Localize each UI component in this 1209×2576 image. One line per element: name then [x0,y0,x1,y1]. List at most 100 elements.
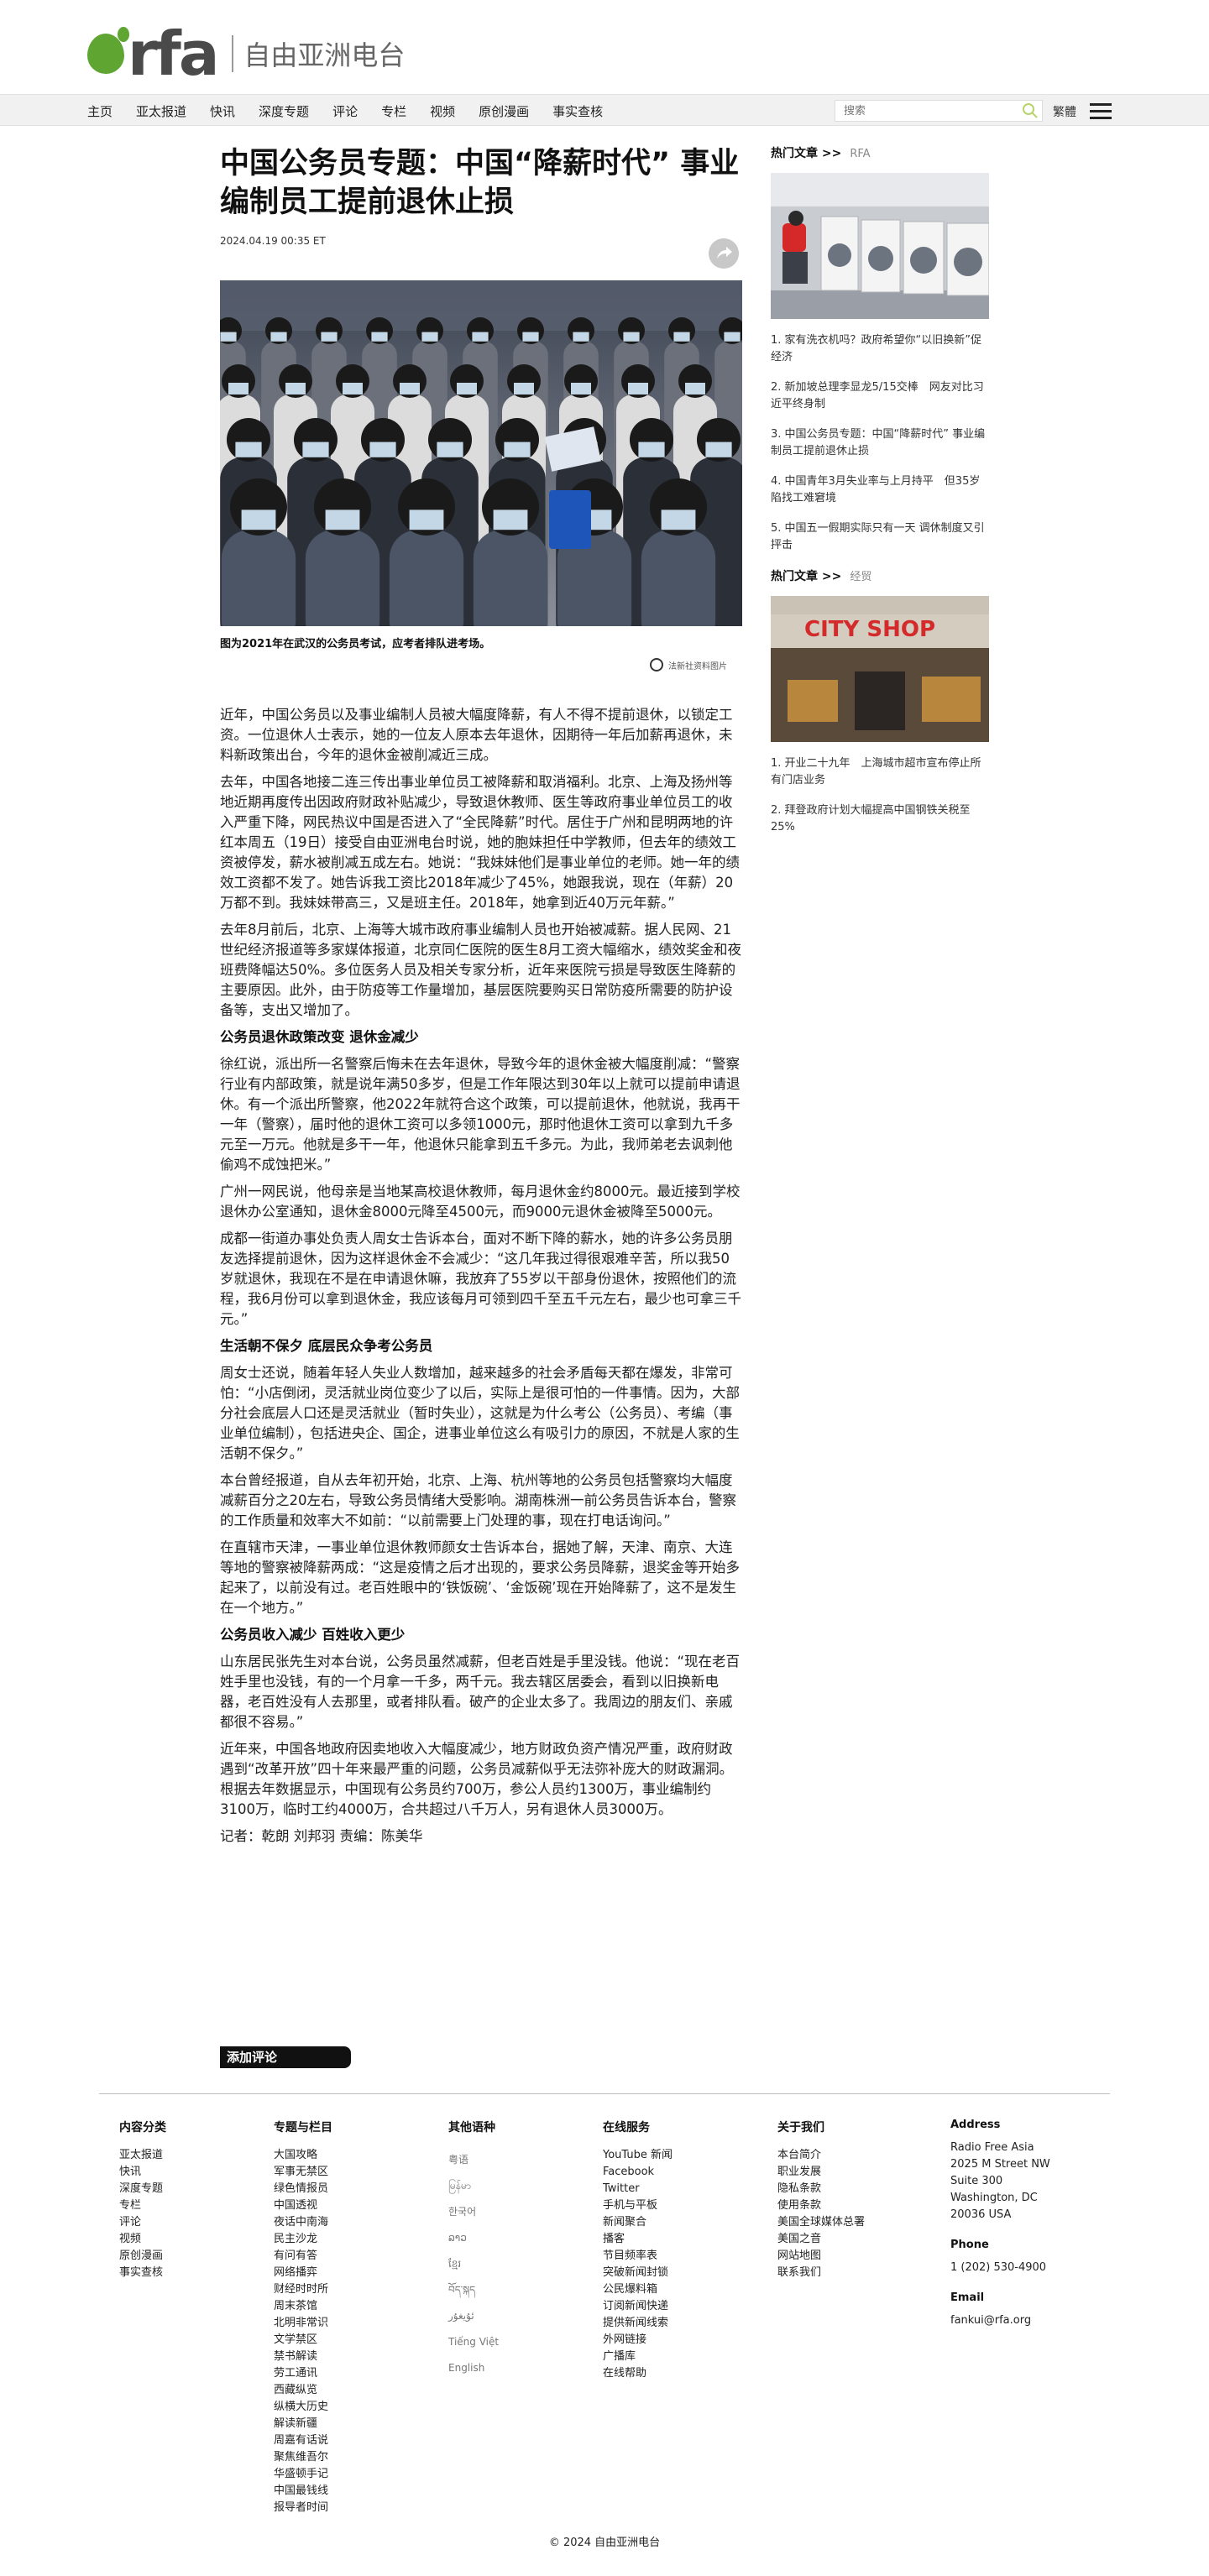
footer-link[interactable]: 突破新闻封锁 [603,2265,673,2281]
footer-link[interactable]: 한국어 [448,2199,499,2225]
footer-link[interactable]: 民主沙龙 [274,2231,332,2248]
traditional-chinese-toggle[interactable]: 繁體 [1053,103,1076,120]
footer-link[interactable]: 劳工通讯 [274,2365,332,2382]
footer-column: 内容分类 亚太报道 快讯 深度专题 专栏 评论 视频 原创漫画 事实查核 [119,2119,166,2281]
add-comment-button[interactable]: 添加评论 [220,2046,351,2068]
nav-item[interactable]: 深度专题 [259,102,309,120]
footer-link[interactable]: 订阅新闻快递 [603,2298,673,2315]
footer-link[interactable]: 军事无禁区 [274,2164,332,2181]
main-nav: 主页 亚太报道 快讯 深度专题 评论 专栏 视频 原创漫画 事实查核 繁體 [0,94,1209,126]
nav-item[interactable]: 专栏 [381,102,406,120]
footer-link[interactable]: 节目频率表 [603,2248,673,2265]
nav-item[interactable]: 亚太报道 [136,102,186,120]
footer-link[interactable]: 报导者时间 [274,2500,332,2516]
logo-divider [232,35,234,72]
footer-link[interactable]: 中国最钱线 [274,2483,332,2500]
footer-link[interactable]: English [448,2355,499,2381]
footer-link[interactable]: 北明非常识 [274,2315,332,2332]
footer-column-heading: 关于我们 [777,2121,824,2134]
nav-item[interactable]: 事实查核 [552,102,603,120]
hamburger-menu-icon[interactable] [1090,103,1112,120]
footer-link[interactable]: 网站地图 [777,2248,865,2265]
footer-link[interactable]: 周嘉有话说 [274,2432,332,2449]
footer-link[interactable]: 绿色情报员 [274,2181,332,2197]
sidebar-city-shop-image[interactable]: CITY SHOP [771,596,989,742]
nav-item[interactable]: 视频 [430,102,455,120]
footer-link[interactable]: 华盛顿手记 [274,2466,332,2483]
email-address[interactable]: fankui@rfa.org [950,2312,1050,2329]
rfa-logo[interactable]: rfa 自由亚洲电台 [87,24,405,84]
footer-link[interactable]: 粤语 [448,2147,499,2173]
footer-link[interactable]: 新闻聚合 [603,2214,673,2231]
sidebar-heading-label[interactable]: 热门文章 >> [771,147,841,160]
sidebar-article-link[interactable]: 2. 拜登政府计划大幅提高中国钢铁关税至25% [771,802,989,836]
sidebar-article-link[interactable]: 5. 中国五一假期实际只有一天 调休制度又引抨击 [771,520,989,554]
footer-link[interactable]: 美国全球媒体总署 [777,2214,865,2231]
footer-link[interactable]: 播客 [603,2231,673,2248]
article-paragraph: 去年8月前后，北京、上海等大城市政府事业编制人员也开始被减薪。据人民网、21世纪… [220,922,741,1018]
footer-link[interactable]: 聚焦维吾尔 [274,2449,332,2466]
footer-link[interactable]: 亚太报道 [119,2147,166,2164]
share-icon[interactable] [709,238,739,269]
footer-link[interactable]: မြန်မာ [448,2173,499,2199]
zoom-icon[interactable] [650,658,663,671]
footer-link[interactable]: 本台简介 [777,2147,865,2164]
footer-link-list: 本台简介 职业发展 隐私条款 使用条款 美国全球媒体总署 美国之音 网站地图 联系我们 [777,2147,865,2281]
footer-link[interactable]: 隐私条款 [777,2181,865,2197]
footer-link[interactable]: 广播库 [603,2349,673,2365]
footer-link[interactable]: 网络播弈 [274,2265,332,2281]
footer-link[interactable]: 评论 [119,2214,166,2231]
footer-link[interactable]: 视频 [119,2231,166,2248]
footer-link[interactable]: 使用条款 [777,2197,865,2214]
nav-item[interactable]: 原创漫画 [479,102,529,120]
footer-link[interactable]: Tiếng Việt [448,2329,499,2355]
footer-link[interactable]: 中国透视 [274,2197,332,2214]
footer-link[interactable]: ئۇيغۇر [448,2303,499,2329]
nav-item[interactable]: 主页 [87,102,113,120]
footer-link[interactable]: 联系我们 [777,2265,865,2281]
footer-link[interactable]: 原创漫画 [119,2248,166,2265]
search-input[interactable] [835,101,1003,121]
sidebar-article-link[interactable]: 3. 中国公务员专题：中国“降薪时代” 事业编制员工提前退休止损 [771,426,989,460]
footer-link[interactable]: YouTube 新闻 [603,2147,673,2164]
footer-link[interactable]: 公民爆料箱 [603,2281,673,2298]
footer-column-heading: 其他语种 [448,2121,495,2134]
footer-link[interactable]: 在线帮助 [603,2365,673,2382]
sidebar-article-link[interactable]: 4. 中国青年3月失业率与上月持平 但35岁陷找工难窘境 [771,473,989,507]
footer-link[interactable]: ລາວ [448,2225,499,2251]
footer-link[interactable]: 美国之音 [777,2231,865,2248]
footer-link[interactable]: 快讯 [119,2164,166,2181]
sidebar-article-link[interactable]: 1. 开业二十九年 上海城市超市宣布停止所有门店业务 [771,755,989,789]
sidebar-heading-label[interactable]: 热门文章 >> [771,570,841,583]
footer-link[interactable]: 深度专题 [119,2181,166,2197]
footer-link[interactable]: 提供新闻线索 [603,2315,673,2332]
sidebar-washing-machine-image[interactable] [771,173,989,319]
footer-link[interactable]: 解读新疆 [274,2416,332,2432]
footer-link[interactable]: བོད་སྐད [448,2277,499,2303]
footer-link[interactable]: 专栏 [119,2197,166,2214]
footer-link[interactable]: 纵横大历史 [274,2399,332,2416]
logo-text: rfa [128,18,219,89]
footer-link[interactable]: Twitter [603,2181,673,2197]
nav-item[interactable]: 评论 [332,102,358,120]
footer-link[interactable]: 外网链接 [603,2332,673,2349]
footer-link[interactable]: 文学禁区 [274,2332,332,2349]
footer-link[interactable]: ខ្មែរ [448,2251,499,2277]
footer-link-list: 粤语 မြန်မာ 한국어 ລາວ ខ្មែរ བོད་སྐད ئۇيغۇر Tiếng Vi… [448,2147,499,2381]
footer-link[interactable]: Facebook [603,2164,673,2181]
search-icon[interactable] [1022,102,1039,119]
nav-item[interactable]: 快讯 [210,102,235,120]
footer-link[interactable]: 周末茶馆 [274,2298,332,2315]
sidebar-article-link[interactable]: 2. 新加坡总理李显龙5/15交棒 网友对比习近平终身制 [771,379,989,413]
footer-link[interactable]: 财经时时所 [274,2281,332,2298]
sidebar-article-link[interactable]: 1. 家有洗衣机吗？政府希望你“以旧换新”促经济 [771,332,989,366]
phone-number[interactable]: 1 (202) 530-4900 [950,2260,1050,2276]
footer-link[interactable]: 手机与平板 [603,2197,673,2214]
footer-link[interactable]: 事实查核 [119,2265,166,2281]
footer-link[interactable]: 西藏纵览 [274,2382,332,2399]
footer-link[interactable]: 大国攻略 [274,2147,332,2164]
footer-link[interactable]: 有问有答 [274,2248,332,2265]
footer-link[interactable]: 职业发展 [777,2164,865,2181]
footer-link[interactable]: 夜话中南海 [274,2214,332,2231]
footer-link[interactable]: 禁书解读 [274,2349,332,2365]
